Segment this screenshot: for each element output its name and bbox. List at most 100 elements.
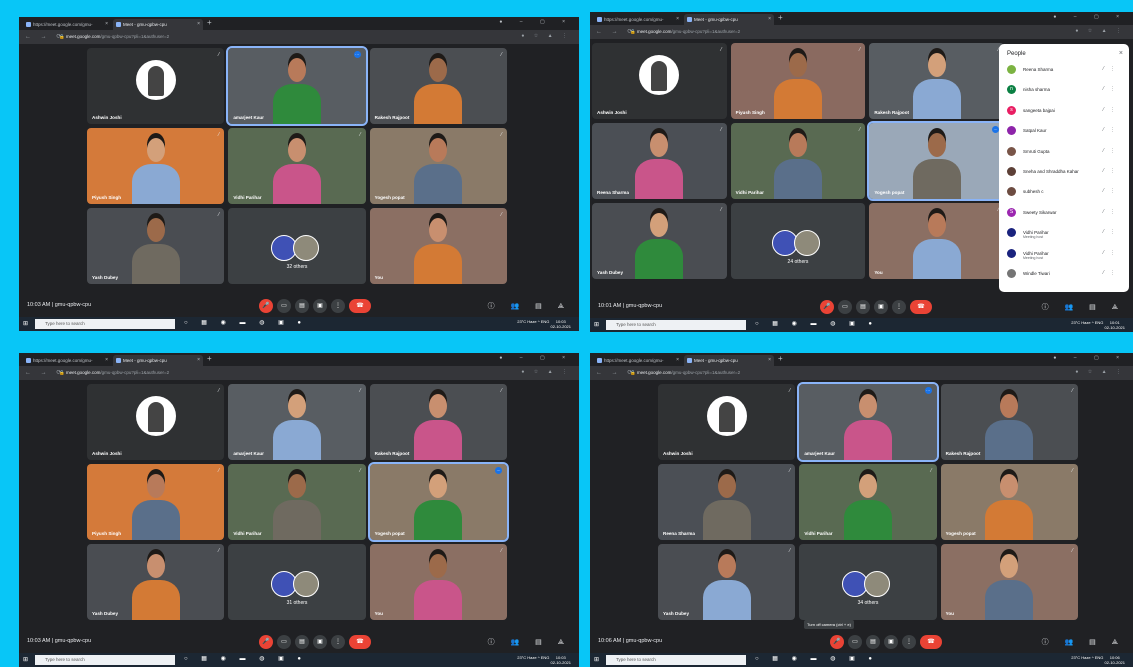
mic-off-button[interactable]: 🎤 [830, 635, 844, 649]
camera-button[interactable]: ▭ [277, 299, 291, 313]
window-controls[interactable]: ● – ▢ × [1053, 14, 1127, 20]
browser-tab[interactable]: https://meet.google.com/gmu- × [23, 19, 111, 30]
participant-tile[interactable]: Yash Dubey ⁄ [87, 544, 225, 620]
close-tab-icon[interactable]: × [197, 19, 200, 30]
more-options-button[interactable]: ⋮ [331, 635, 345, 649]
camera-button[interactable]: ▭ [277, 635, 291, 649]
present-button[interactable]: ▣ [313, 299, 327, 313]
others-tile[interactable]: 24 others [730, 203, 866, 279]
participant-tile[interactable]: Rakesh Rajpoot ⁄ [940, 384, 1078, 460]
people-list-item[interactable]: Satpal Kaur ⁄⋮ [1005, 123, 1123, 139]
people-list-item[interactable]: S Sweety Sikarwar ⁄⋮ [1005, 205, 1123, 221]
close-tab-icon[interactable]: × [768, 355, 771, 366]
new-tab-icon[interactable]: + [207, 18, 212, 27]
browser-extras[interactable]: ● ☆ ▲ ⋮ [1075, 28, 1125, 34]
side-controls[interactable]: ⓘ 👥 ▤ ⟁ [488, 637, 571, 647]
people-list-item[interactable]: s sangeeta bajpai ⁄⋮ [1005, 103, 1123, 119]
taskbar-apps[interactable]: ○ ▦ ◉ ▬ ◍ ▣ ● [755, 320, 878, 327]
people-list-item[interactable]: Vidhi Parihar Meeting host ⁄⋮ [1005, 225, 1123, 241]
mic-off-button[interactable]: 🎤 [259, 299, 273, 313]
self-tile[interactable]: You⁄ [940, 544, 1078, 620]
participant-tile[interactable]: Yash Dubey ⁄ [592, 203, 727, 279]
windows-start-icon[interactable]: ⊞ [594, 656, 602, 664]
close-icon[interactable]: × [1119, 50, 1123, 57]
close-tab-icon[interactable]: × [676, 14, 679, 25]
taskbar-search[interactable]: Type here to search [606, 320, 746, 330]
participant-tile[interactable]: Reena Sharma ⁄ [658, 464, 796, 540]
participant-tile[interactable]: Piyush Singh ⁄ [87, 464, 225, 540]
taskbar-apps[interactable]: ○ ▦ ◉ ▬ ◍ ▣ ● [184, 319, 307, 326]
leave-call-button[interactable]: ☎ [349, 635, 371, 649]
participant-tile[interactable]: Vidhi Parihar ⁄ [730, 123, 866, 199]
participant-tile[interactable]: amarjeet Kaur ⋯ [797, 382, 939, 462]
people-list-item[interactable]: Windle Tiwari ⁄⋮ [1005, 266, 1123, 282]
participant-tile[interactable]: Rakesh Rajpoot ⁄ [369, 384, 507, 460]
participant-tile[interactable]: Yogesh popat ⁄ [369, 128, 507, 204]
leave-call-button[interactable]: ☎ [910, 300, 932, 314]
present-button[interactable]: ▣ [884, 635, 898, 649]
more-options-button[interactable]: ⋮ [902, 635, 916, 649]
participant-tile[interactable]: Yash Dubey ⁄ [658, 544, 796, 620]
participant-tile[interactable]: Ashwin Joshi ⁄ [87, 48, 225, 124]
mic-off-icon[interactable]: ⁄⋮ [1103, 148, 1121, 154]
close-tab-icon[interactable]: × [676, 355, 679, 366]
taskbar-search[interactable]: Type here to search [35, 319, 175, 329]
participant-tile[interactable]: Ashwin Joshi ⁄ [592, 43, 727, 119]
new-tab-icon[interactable]: + [778, 354, 783, 363]
participant-tile[interactable]: Yogesh popat ⋯ [867, 121, 1006, 201]
mic-off-icon[interactable]: ⁄⋮ [1103, 107, 1121, 113]
browser-extras[interactable]: ● ☆ ▲ ⋮ [521, 33, 571, 39]
window-controls[interactable]: ● – ▢ × [499, 19, 573, 25]
mic-off-button[interactable]: 🎤 [259, 635, 273, 649]
taskbar-search[interactable]: Type here to search [35, 655, 175, 665]
present-button[interactable]: ▣ [874, 300, 888, 314]
windows-start-icon[interactable]: ⊞ [23, 656, 31, 664]
windows-start-icon[interactable]: ⊞ [594, 321, 602, 329]
participant-tile[interactable]: amarjeet Kaur ⁄ [228, 384, 366, 460]
people-list-item[interactable]: Vidhi Parihar Meeting host ⁄⋮ [1005, 246, 1123, 262]
mic-off-icon[interactable]: ⁄⋮ [1103, 188, 1121, 194]
mic-off-icon[interactable]: ⁄⋮ [1103, 270, 1121, 276]
new-tab-icon[interactable]: + [207, 354, 212, 363]
captions-button[interactable]: ▤ [866, 635, 880, 649]
mic-off-button[interactable]: 🎤 [820, 300, 834, 314]
mic-off-icon[interactable]: ⁄⋮ [1103, 127, 1121, 133]
people-list-item[interactable]: Smruti Gupta ⁄⋮ [1005, 144, 1123, 160]
url-field[interactable]: 🔒 meet.google.com/gmu-qpbw-cpu?pli=1&aut… [630, 28, 1063, 36]
close-tab-icon[interactable]: × [768, 14, 771, 25]
present-button[interactable]: ▣ [313, 635, 327, 649]
browser-extras[interactable]: ● ☆ ▲ ⋮ [1075, 369, 1125, 375]
side-controls[interactable]: ⓘ 👥 ▤ ⟁ [1042, 302, 1125, 312]
mic-off-icon[interactable]: ⁄⋮ [1103, 250, 1121, 256]
captions-button[interactable]: ▤ [295, 299, 309, 313]
camera-button[interactable]: ▭ [848, 635, 862, 649]
url-field[interactable]: 🔒 meet.google.com/gmu-qpbw-cpu?pli=1&aut… [630, 369, 1063, 377]
captions-button[interactable]: ▤ [295, 635, 309, 649]
browser-tab[interactable]: https://meet.google.com/gmu- × [594, 355, 682, 366]
url-field[interactable]: 🔒 meet.google.com/gmu-qpbw-cpu?pli=1&aut… [59, 369, 509, 377]
mic-off-icon[interactable]: ⁄⋮ [1103, 66, 1121, 72]
participant-tile[interactable]: Vidhi Parihar ⁄ [228, 128, 366, 204]
participant-tile[interactable]: Yogesh popat ⁄ [940, 464, 1078, 540]
self-tile[interactable]: You⁄ [869, 203, 1004, 279]
leave-call-button[interactable]: ☎ [349, 299, 371, 313]
others-tile[interactable]: 31 others [228, 544, 366, 620]
close-tab-icon[interactable]: × [105, 355, 108, 366]
participant-tile[interactable]: Yash Dubey ⁄ [87, 208, 225, 284]
url-field[interactable]: 🔒 meet.google.com/gmu-qpbw-cpu?pli=1&aut… [59, 33, 509, 41]
self-tile[interactable]: You⁄ [369, 208, 507, 284]
participant-tile[interactable]: Ashwin Joshi ⁄ [87, 384, 225, 460]
mic-off-icon[interactable]: ⁄⋮ [1103, 86, 1121, 92]
participant-tile[interactable]: Rakesh Rajpoot ⁄ [369, 48, 507, 124]
side-controls[interactable]: ⓘ 👥 ▤ ⟁ [488, 301, 571, 311]
people-list-item[interactable]: Reena Sharma ⁄⋮ [1005, 62, 1123, 78]
participant-tile[interactable]: Reena Sharma ⁄ [592, 123, 727, 199]
browser-tab-active[interactable]: Meet - gmu-qpbw-cpu × [113, 355, 203, 366]
more-options-button[interactable]: ⋮ [892, 300, 906, 314]
taskbar-search[interactable]: Type here to search [606, 655, 746, 665]
mic-off-icon[interactable]: ⁄⋮ [1103, 168, 1121, 174]
side-controls[interactable]: ⓘ 👥 ▤ ⟁ [1042, 637, 1125, 647]
close-tab-icon[interactable]: × [197, 355, 200, 366]
captions-button[interactable]: ▤ [856, 300, 870, 314]
participant-tile[interactable]: Vidhi Parihar ⁄ [799, 464, 937, 540]
